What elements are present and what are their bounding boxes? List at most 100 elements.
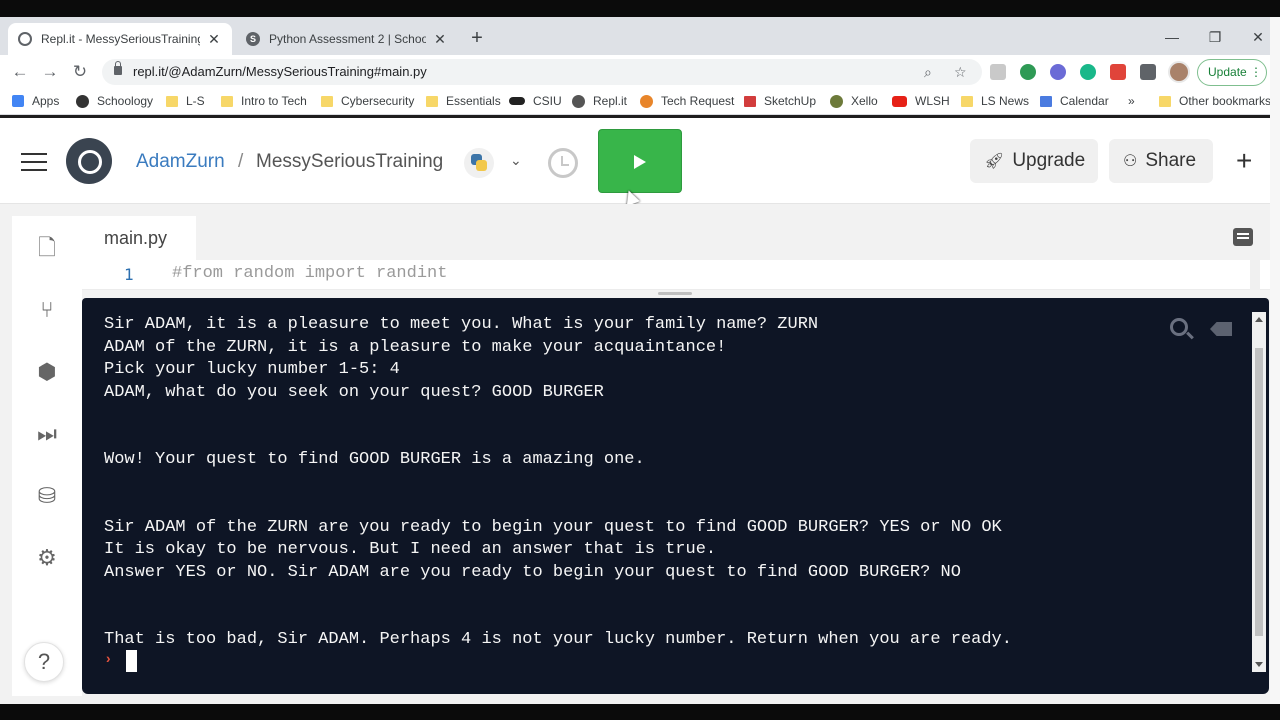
- bookmark-schoology[interactable]: Schoology: [76, 94, 153, 108]
- forward-arrow-icon[interactable]: →: [39, 61, 61, 83]
- console-line: Answer YES or NO. Sir ADAM are you ready…: [104, 562, 961, 582]
- version-control-icon[interactable]: ⑂: [33, 296, 61, 324]
- puzzle-extensions-icon[interactable]: [1140, 64, 1156, 80]
- project-name[interactable]: MessySeriousTraining: [256, 151, 443, 173]
- share-label: Share: [1145, 150, 1197, 171]
- browser-tab-strip: Repl.it - MessySeriousTraining ✕ S Pytho…: [0, 17, 1270, 55]
- editor-scrollbar[interactable]: [1250, 260, 1260, 290]
- hamburger-menu-icon[interactable]: [21, 153, 47, 171]
- bookmark-label: Xello: [851, 94, 878, 108]
- scroll-thumb[interactable]: [1255, 348, 1263, 636]
- upgrade-button[interactable]: 🚀︎ Upgrade: [970, 139, 1098, 183]
- code-editor[interactable]: 1 #from random import randint: [82, 260, 1270, 290]
- debugger-icon[interactable]: ⏭︎: [33, 420, 61, 448]
- console-clear-icon[interactable]: [1210, 322, 1232, 336]
- url-text: repl.it/@AdamZurn/MessySeriousTraining#m…: [133, 64, 427, 79]
- bookmark-essentials[interactable]: Essentials: [426, 94, 501, 108]
- csiu-icon: [509, 97, 525, 105]
- folder-icon: [961, 95, 973, 107]
- code-line[interactable]: #from random import randint: [172, 264, 447, 283]
- bookmark-xello[interactable]: Xello: [830, 94, 878, 108]
- scroll-up-icon[interactable]: [1255, 317, 1263, 322]
- packages-cube-icon[interactable]: ⬢: [33, 358, 61, 386]
- bookmark-tech-request[interactable]: Tech Request: [640, 94, 734, 108]
- help-button[interactable]: ?: [24, 642, 64, 682]
- restore-icon[interactable]: ❐: [1206, 29, 1224, 46]
- tab-close-icon[interactable]: ✕: [206, 31, 222, 48]
- bookmark-sketchup[interactable]: SketchUp: [744, 94, 816, 108]
- lock-icon: [114, 61, 122, 75]
- tab-replit[interactable]: Repl.it - MessySeriousTraining ✕: [8, 23, 232, 55]
- bookmark-wlsh[interactable]: WLSH: [892, 94, 950, 108]
- bookmark-apps[interactable]: Apps: [12, 94, 59, 108]
- folder-icon: [221, 95, 233, 107]
- add-user-icon: ⚇: [1123, 153, 1138, 170]
- bookmark-intro-to-tech[interactable]: Intro to Tech: [221, 94, 307, 108]
- bookmark-replit[interactable]: Repl.it: [572, 94, 627, 108]
- bookmark-label: Other bookmarks: [1179, 94, 1272, 108]
- bookmark-label: Apps: [32, 94, 60, 108]
- console[interactable]: Sir ADAM, it is a pleasure to meet you. …: [82, 298, 1269, 694]
- replit-logo[interactable]: [66, 138, 112, 184]
- bookmark-ls-news[interactable]: LS News: [961, 94, 1029, 108]
- bookmarks-bar: Apps Schoology L-S Intro to Tech Cyberse…: [0, 89, 1271, 115]
- new-tab-button[interactable]: +: [466, 27, 488, 49]
- play-icon: [634, 155, 646, 169]
- console-scrollbar[interactable]: [1252, 312, 1266, 672]
- extension-k-icon[interactable]: [990, 64, 1006, 80]
- grammarly-icon[interactable]: [1080, 64, 1096, 80]
- update-button[interactable]: Update ⋮: [1197, 59, 1267, 86]
- console-search-icon[interactable]: [1170, 318, 1188, 336]
- back-arrow-icon[interactable]: ←: [9, 61, 31, 83]
- scroll-down-icon[interactable]: [1255, 662, 1263, 667]
- window-close-icon[interactable]: ✕: [1249, 29, 1267, 46]
- youtube-icon: [892, 95, 907, 107]
- database-icon[interactable]: ⛁: [33, 482, 61, 510]
- bookmark-csiu[interactable]: CSIU: [509, 94, 562, 108]
- tab-close-icon[interactable]: ✕: [432, 31, 448, 48]
- bookmark-label: »: [1128, 94, 1135, 108]
- address-bar-row: ← → ↻ repl.it/@AdamZurn/MessySeriousTrai…: [0, 55, 1270, 89]
- profile-avatar[interactable]: [1168, 61, 1190, 83]
- zoom-icon[interactable]: ⌕: [924, 64, 932, 81]
- chevron-down-icon[interactable]: ⌄: [510, 152, 522, 169]
- calendar-icon: [1040, 95, 1052, 107]
- pane-resize-handle[interactable]: [658, 292, 692, 295]
- share-button[interactable]: ⚇ Share: [1109, 139, 1213, 183]
- bottom-border: [0, 704, 1280, 720]
- left-sidebar: 🗋︎ ⑂ ⬢ ⏭︎ ⛁ ⚙︎ ?: [12, 216, 82, 696]
- bookmark-label: Calendar: [1060, 94, 1109, 108]
- extension-green-icon[interactable]: [1020, 64, 1036, 80]
- bookmark-calendar[interactable]: Calendar: [1040, 94, 1109, 108]
- user-link[interactable]: AdamZurn: [136, 151, 225, 173]
- extension-red-icon[interactable]: [1110, 64, 1126, 80]
- console-line: That is too bad, Sir ADAM. Perhaps 4 is …: [104, 630, 1012, 649]
- bookmark-ls[interactable]: L-S: [166, 94, 205, 108]
- minimize-icon[interactable]: —: [1163, 29, 1181, 45]
- console-output: Sir ADAM, it is a pleasure to meet you. …: [104, 314, 1012, 652]
- outline-icon[interactable]: [1233, 228, 1253, 246]
- files-icon[interactable]: 🗋︎: [33, 234, 61, 262]
- screen: Repl.it - MessySeriousTraining ✕ S Pytho…: [0, 0, 1280, 720]
- bookmark-cybersecurity[interactable]: Cybersecurity: [321, 94, 414, 108]
- url-bar[interactable]: repl.it/@AdamZurn/MessySeriousTraining#m…: [102, 59, 982, 85]
- console-line: ADAM of the ZURN, it is a pleasure to ma…: [104, 337, 727, 357]
- history-icon[interactable]: [548, 148, 578, 178]
- python-icon[interactable]: [464, 148, 494, 178]
- reload-icon[interactable]: ↻: [69, 61, 91, 83]
- bookmark-label: Tech Request: [661, 94, 735, 108]
- console-cursor[interactable]: [126, 650, 137, 672]
- settings-gear-icon[interactable]: ⚙︎: [33, 544, 61, 572]
- run-button[interactable]: [598, 129, 682, 193]
- tab-schoology[interactable]: S Python Assessment 2 | Schoolog ✕: [236, 23, 458, 55]
- bookmark-other[interactable]: Other bookmarks: [1159, 94, 1271, 108]
- new-repl-plus-icon[interactable]: +: [1236, 146, 1252, 176]
- tab-main-py[interactable]: main.py: [82, 216, 196, 260]
- extension-purple-icon[interactable]: [1050, 64, 1066, 80]
- folder-icon: [426, 95, 438, 107]
- bookmark-star-icon[interactable]: ☆: [954, 64, 967, 81]
- bookmarks-overflow-button[interactable]: »: [1128, 94, 1135, 108]
